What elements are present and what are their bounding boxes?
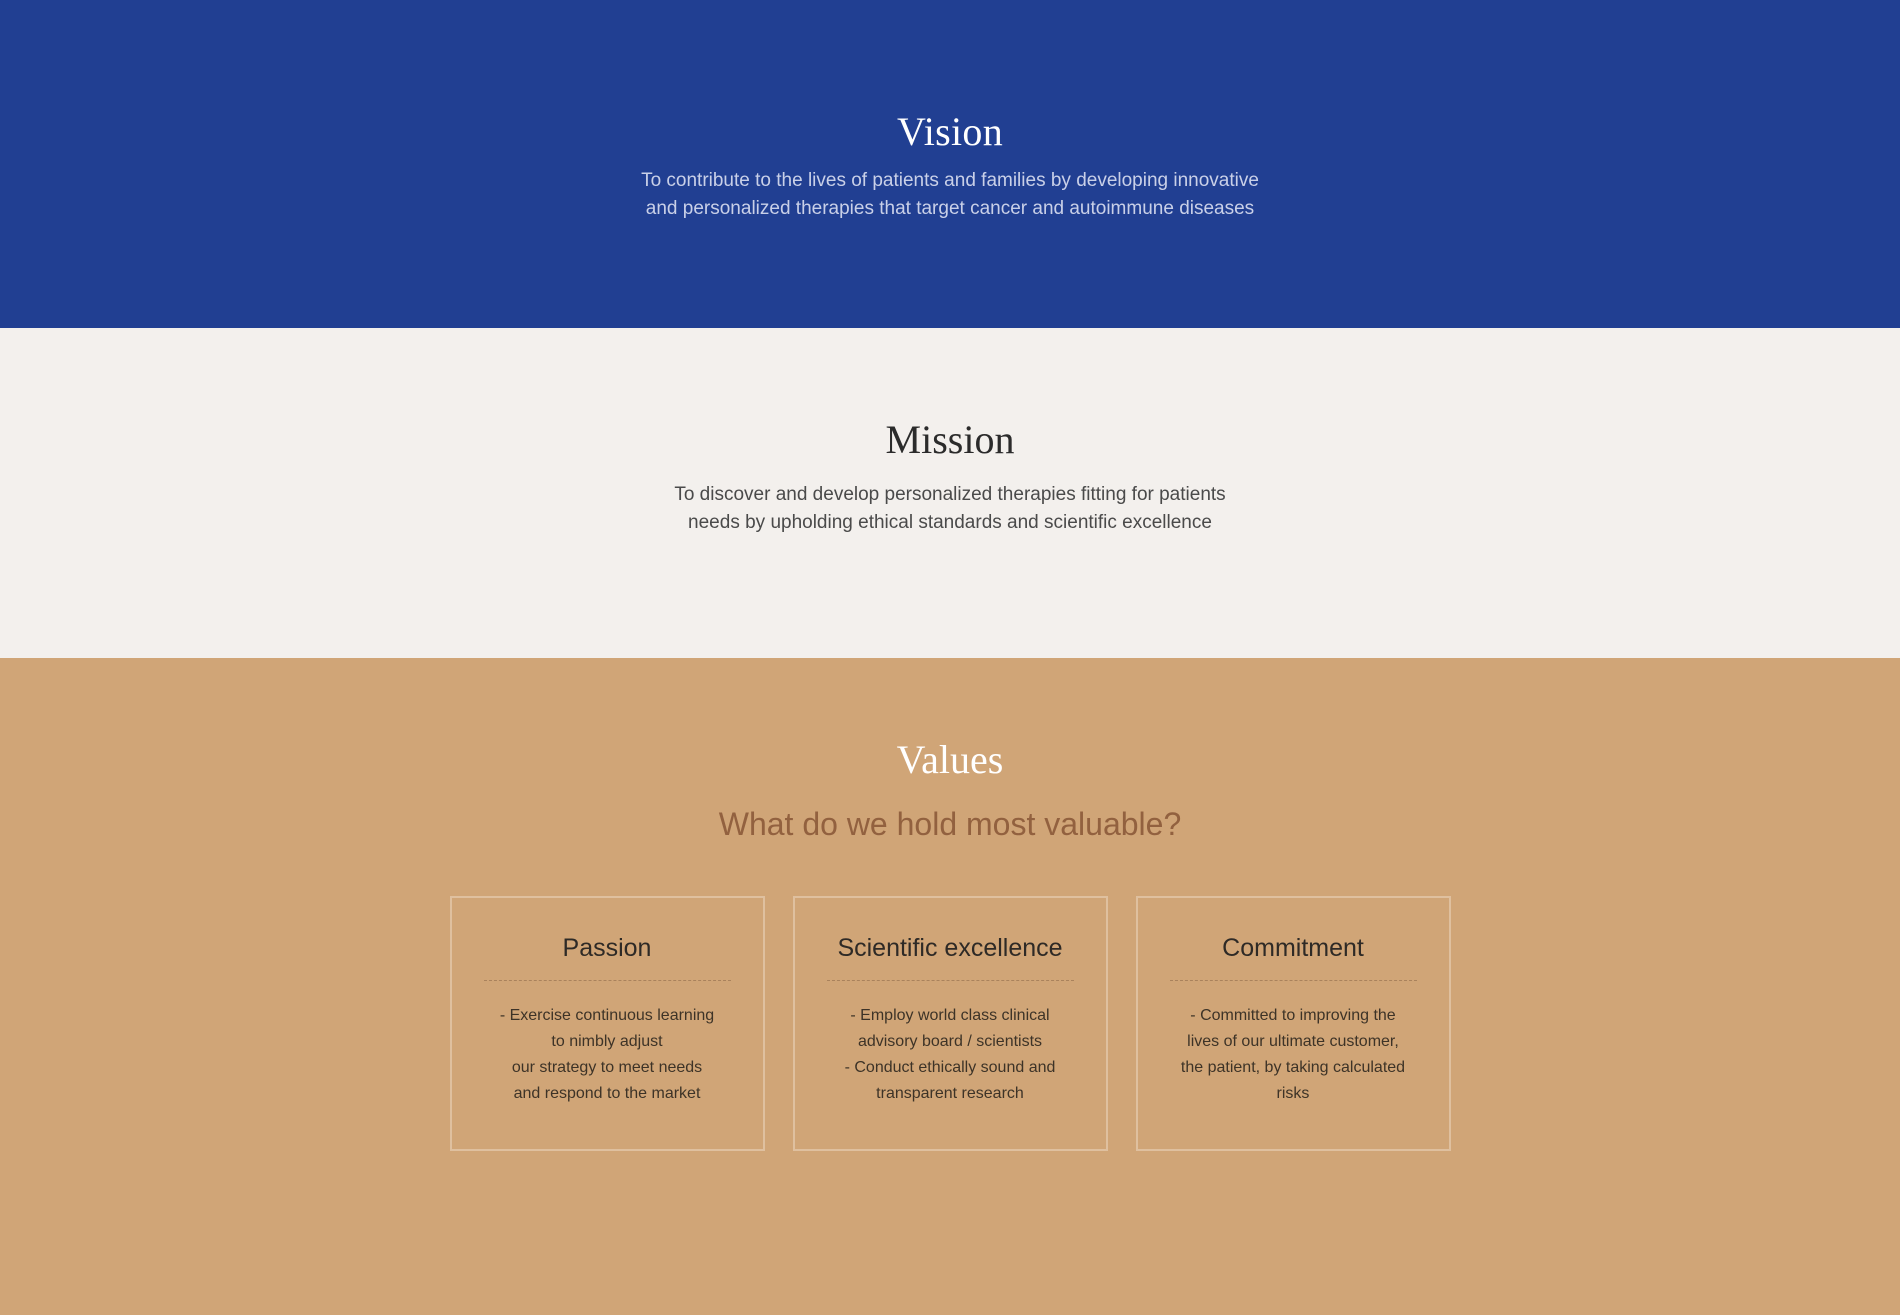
value-card-title: Scientific excellence [826, 932, 1074, 981]
mission-section: Mission To discover and develop personal… [0, 328, 1900, 658]
value-card-text: - Employ world class clinical advisory b… [844, 1007, 1056, 1102]
vision-text: To contribute to the lives of patients a… [630, 167, 1270, 223]
values-cards: Passion - Exercise continuous learning t… [0, 896, 1900, 1151]
mission-text: To discover and develop personalized the… [670, 481, 1230, 537]
values-subtitle: What do we hold most valuable? [718, 806, 1182, 842]
value-card-title: Passion [483, 932, 731, 981]
mission-text-content: To discover and develop personalized the… [674, 484, 1226, 533]
vision-title: Vision [896, 109, 1004, 154]
value-card-text: - Committed to improving the lives of ou… [1180, 1007, 1406, 1102]
vision-text-content: To contribute to the lives of patients a… [641, 170, 1259, 219]
values-title: Values [896, 737, 1004, 782]
values-section: Values What do we hold most valuable? Pa… [0, 658, 1900, 1315]
value-card-text: - Exercise continuous learning to nimbly… [499, 1007, 715, 1102]
value-card-scientific-excellence: Scientific excellence - Employ world cla… [792, 896, 1108, 1151]
value-card-passion: Passion - Exercise continuous learning t… [449, 896, 765, 1151]
value-card-commitment: Commitment - Committed to improving the … [1135, 896, 1451, 1151]
mission-title: Mission [885, 417, 1015, 462]
vision-section: Vision To contribute to the lives of pat… [0, 0, 1900, 328]
value-card-title: Commitment [1169, 932, 1417, 981]
